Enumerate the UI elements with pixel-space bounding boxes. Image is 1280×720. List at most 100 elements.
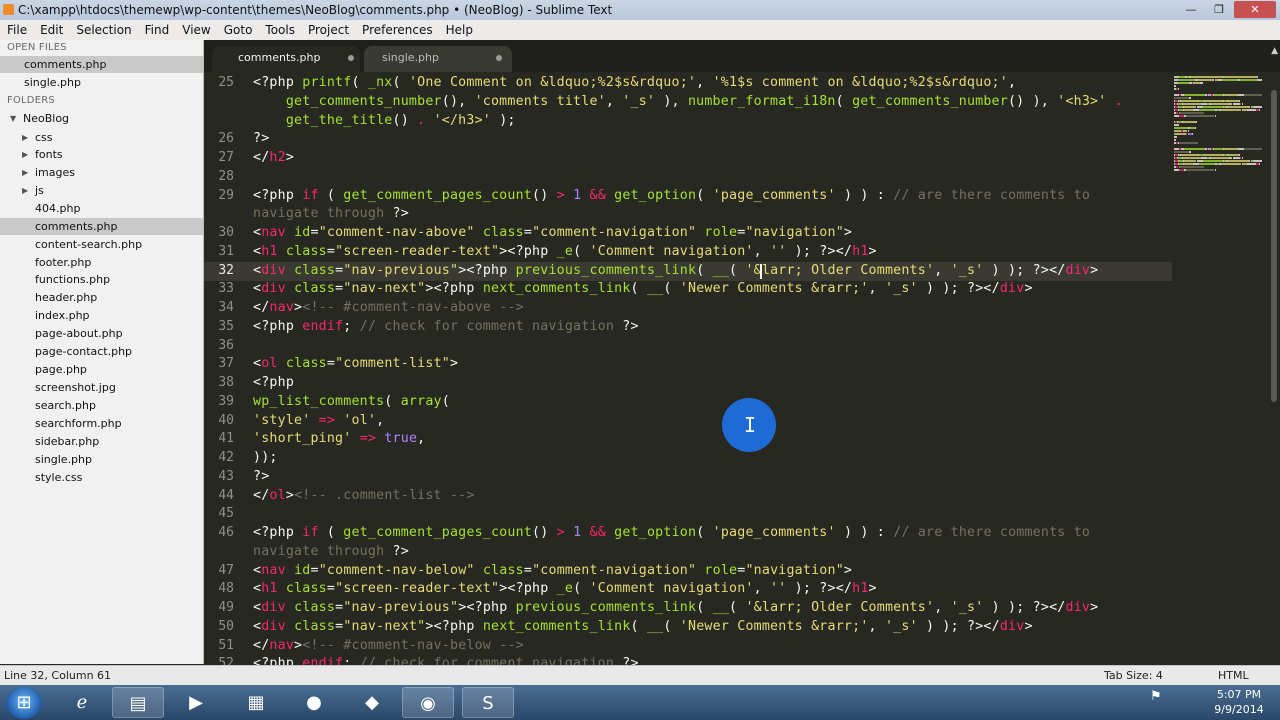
code-token: , bbox=[868, 281, 885, 297]
code-token: wp_list_comments bbox=[253, 393, 385, 409]
code-token: array bbox=[400, 393, 442, 409]
file-item[interactable]: page.php bbox=[0, 361, 203, 378]
file-item[interactable]: page-about.php bbox=[0, 325, 203, 342]
clock[interactable]: 5:07 PM 9/9/2014 bbox=[1204, 687, 1274, 717]
minimap-line bbox=[1178, 142, 1199, 144]
menu-goto[interactable]: Goto bbox=[217, 20, 259, 40]
internet-explorer-icon[interactable]: ℯ bbox=[56, 687, 108, 718]
code-line: <?php endif; // check for comment naviga… bbox=[253, 656, 639, 665]
chrome-icon[interactable]: ◉ bbox=[402, 687, 454, 718]
folder-css[interactable]: ▶ css bbox=[0, 129, 203, 146]
menu-edit[interactable]: Edit bbox=[33, 20, 69, 40]
minimap-line bbox=[1220, 163, 1242, 165]
minimap-line bbox=[1256, 76, 1258, 78]
code-token: ( bbox=[318, 525, 344, 540]
code-token: = bbox=[326, 581, 336, 597]
unsaved-dot-icon[interactable] bbox=[496, 55, 502, 61]
clock-time: 5:07 PM bbox=[1216, 688, 1262, 701]
open-file-single[interactable]: single.php bbox=[0, 74, 203, 91]
code-token: , bbox=[417, 431, 426, 447]
line-number: 30 bbox=[218, 225, 234, 240]
windows-start-icon[interactable]: ⊞ bbox=[6, 687, 42, 719]
notepad-icon[interactable]: ▦ bbox=[230, 687, 282, 718]
firefox-icon[interactable]: ● bbox=[288, 687, 340, 718]
network-icon[interactable]: ⚑ bbox=[1150, 689, 1162, 704]
code-token: class bbox=[294, 618, 336, 634]
file-item[interactable]: footer.php bbox=[0, 254, 203, 271]
tab-single[interactable]: single.php bbox=[364, 46, 512, 72]
menu-help[interactable]: Help bbox=[439, 20, 479, 40]
file-item[interactable]: sidebar.php bbox=[0, 433, 203, 450]
code-token: __ bbox=[646, 281, 664, 297]
code-token: ><?php bbox=[458, 262, 516, 278]
open-file-comments[interactable]: comments.php bbox=[0, 56, 203, 73]
line-number: 33 bbox=[218, 281, 234, 297]
media-player-icon[interactable]: ▶ bbox=[170, 687, 222, 718]
minimize-button[interactable]: — bbox=[1178, 1, 1204, 18]
minimap-line bbox=[1224, 94, 1238, 96]
file-item[interactable]: header.php bbox=[0, 289, 203, 306]
close-button[interactable]: ✕ bbox=[1234, 1, 1276, 18]
menu-selection[interactable]: Selection bbox=[69, 20, 137, 40]
chevron-right-icon: ▶ bbox=[22, 168, 29, 177]
minimap-line bbox=[1213, 148, 1223, 150]
code-line: 'short_ping' => true, bbox=[253, 431, 425, 446]
vertical-scrollbar[interactable] bbox=[1268, 72, 1280, 665]
file-item[interactable]: search.php bbox=[0, 397, 203, 414]
minimap[interactable] bbox=[1172, 72, 1268, 665]
code-token: > bbox=[1090, 600, 1099, 615]
code-token: () bbox=[532, 525, 557, 540]
menu-tools[interactable]: Tools bbox=[258, 20, 301, 40]
code-token: class bbox=[294, 600, 336, 615]
menu-find[interactable]: Find bbox=[138, 20, 176, 40]
line-number: 36 bbox=[218, 337, 234, 353]
scrollbar-thumb[interactable] bbox=[1271, 90, 1277, 402]
tab-comments[interactable]: comments.php bbox=[212, 46, 360, 72]
menu-file[interactable]: File bbox=[0, 20, 33, 40]
code-token: < bbox=[253, 225, 262, 240]
menu-view[interactable]: View bbox=[175, 20, 216, 40]
code-token: "comment-nav-below" bbox=[318, 562, 475, 578]
line-number: 52 bbox=[218, 656, 234, 665]
file-item[interactable]: content-search.php bbox=[0, 236, 203, 253]
folder-js[interactable]: ▶ js bbox=[0, 182, 203, 199]
file-item[interactable]: single.php bbox=[0, 451, 203, 468]
menu-preferences[interactable]: Preferences bbox=[355, 20, 439, 40]
minimap-line bbox=[1174, 151, 1190, 153]
code-editor[interactable]: <?php printf( _nx( 'One Comment on &ldqu… bbox=[253, 72, 1173, 665]
line-number: 32 bbox=[218, 262, 234, 278]
folder-fonts[interactable]: ▶ fonts bbox=[0, 146, 203, 163]
text-caret bbox=[760, 264, 762, 279]
tab-size-indicator[interactable]: Tab Size: 4 bbox=[1104, 666, 1163, 685]
file-explorer-icon[interactable]: ▤ bbox=[112, 687, 164, 718]
code-line: <?php if ( get_comment_pages_count() > 1… bbox=[253, 525, 1090, 540]
code-token: > bbox=[843, 225, 853, 240]
file-item[interactable]: 404.php bbox=[0, 200, 203, 217]
unsaved-dot-icon[interactable] bbox=[348, 55, 354, 61]
code-token: div bbox=[999, 281, 1025, 297]
file-item[interactable]: searchform.php bbox=[0, 415, 203, 432]
unknown-app-icon[interactable]: ◆ bbox=[346, 687, 398, 718]
menu-project[interactable]: Project bbox=[301, 20, 355, 40]
file-item[interactable]: index.php bbox=[0, 307, 203, 324]
folder-neoblog[interactable]: ▼ NeoBlog bbox=[0, 110, 203, 127]
sublime-text-icon[interactable]: S bbox=[462, 687, 514, 718]
minimap-line bbox=[1179, 112, 1204, 114]
file-item-active[interactable]: comments.php bbox=[0, 218, 203, 235]
maximize-button[interactable]: ❐ bbox=[1206, 1, 1232, 18]
file-item[interactable]: functions.php bbox=[0, 271, 203, 288]
file-item[interactable]: screenshot.jpg bbox=[0, 379, 203, 396]
minimap-line bbox=[1192, 133, 1193, 135]
tab-scroll-icon[interactable]: ▲ bbox=[1271, 46, 1278, 56]
code-token: "screen-reader-text" bbox=[335, 243, 500, 259]
file-item[interactable]: page-contact.php bbox=[0, 343, 203, 360]
syntax-indicator[interactable]: HTML bbox=[1218, 666, 1249, 685]
file-item[interactable]: style.css bbox=[0, 469, 203, 486]
minimap-line bbox=[1244, 148, 1262, 150]
folder-images[interactable]: ▶ images bbox=[0, 164, 203, 181]
code-token: nav bbox=[269, 637, 295, 653]
minimap-line bbox=[1181, 154, 1199, 156]
